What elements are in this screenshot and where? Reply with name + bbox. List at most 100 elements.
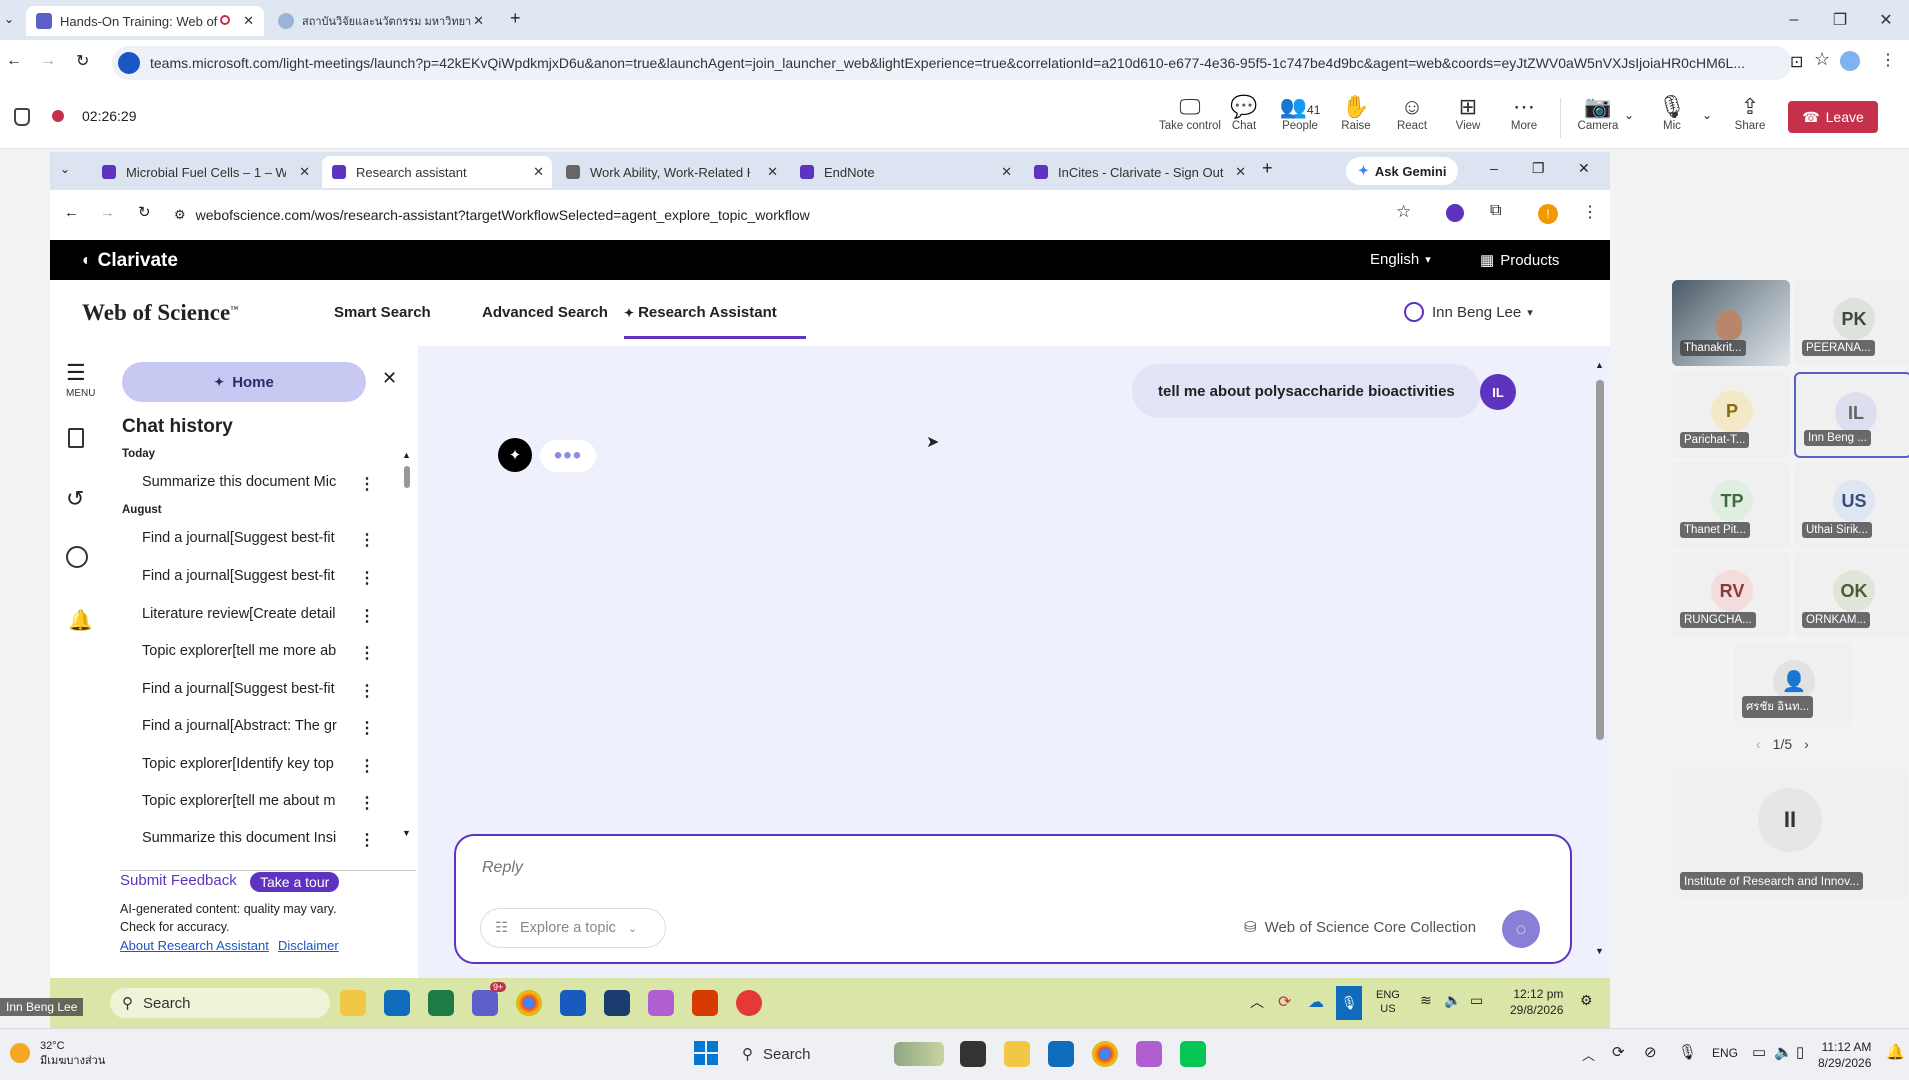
leave-button[interactable]: ☎ Leave bbox=[1788, 101, 1878, 133]
react-button[interactable]: ☺ React bbox=[1382, 94, 1442, 132]
user-menu[interactable]: Inn Beng Lee ▾ bbox=[1404, 302, 1533, 322]
list-item[interactable]: Find a journal[Abstract: The gr bbox=[142, 718, 372, 734]
sync-icon[interactable]: ⟳ bbox=[1278, 992, 1291, 1012]
tab-list-chevron-icon[interactable]: ⌄ bbox=[60, 162, 70, 176]
participant-tile[interactable]: Thanakrit... bbox=[1672, 280, 1790, 366]
view-button[interactable]: ⊞ View bbox=[1438, 94, 1498, 132]
task-view-icon[interactable] bbox=[960, 1041, 986, 1067]
snipping-tool-icon[interactable] bbox=[648, 990, 674, 1016]
list-item[interactable]: Find a journal[Suggest best-fit bbox=[142, 681, 372, 697]
nav-advanced-search[interactable]: Advanced Search bbox=[482, 304, 608, 321]
list-item[interactable]: Summarize this document Insi bbox=[142, 830, 372, 846]
mic-options-chevron-icon[interactable]: ⌄ bbox=[1702, 108, 1712, 122]
about-research-assistant-link[interactable]: About Research Assistant bbox=[120, 938, 269, 953]
outer-tab-teams[interactable]: Hands-On Training: Web of ✕ bbox=[26, 6, 264, 36]
more-vert-icon[interactable]: ⋮ bbox=[359, 681, 375, 701]
participant-tile[interactable]: P Parichat-T... bbox=[1672, 372, 1790, 458]
word-icon[interactable] bbox=[560, 990, 586, 1016]
inner-tab-microbial[interactable]: Microbial Fuel Cells – 1 – Web ✕ bbox=[92, 156, 318, 188]
site-settings-icon[interactable]: ⚙ bbox=[174, 207, 186, 223]
forward-icon[interactable]: → bbox=[40, 52, 56, 70]
excel-icon[interactable] bbox=[428, 990, 454, 1016]
inner-url-field[interactable]: ⚙ webofscience.com/wos/research-assistan… bbox=[168, 198, 1468, 232]
back-icon[interactable]: ← bbox=[64, 204, 79, 221]
list-item[interactable]: Find a journal[Suggest best-fit bbox=[142, 530, 372, 546]
tab-list-chevron-icon[interactable]: ⌄ bbox=[4, 12, 14, 26]
reload-icon[interactable]: ↻ bbox=[76, 51, 89, 71]
close-sidebar-icon[interactable]: ✕ bbox=[382, 368, 397, 389]
institute-tile[interactable]: II Institute of Research and Innov... bbox=[1672, 768, 1908, 898]
volume-icon[interactable]: 🔈 bbox=[1444, 992, 1461, 1009]
volume-icon[interactable]: 🔈 bbox=[1774, 1043, 1793, 1061]
sync-icon[interactable]: ⟳ bbox=[1612, 1043, 1625, 1061]
participant-tile[interactable]: 👤 ศรชัย อินท... bbox=[1734, 642, 1852, 728]
more-vert-icon[interactable]: ⋮ bbox=[1880, 50, 1896, 70]
close-icon[interactable]: ✕ bbox=[533, 164, 544, 180]
mic-icon[interactable]: 🎙 bbox=[1678, 1043, 1697, 1061]
close-icon[interactable]: ✕ bbox=[1001, 164, 1012, 180]
list-item[interactable]: Summarize this document Mic bbox=[142, 474, 372, 490]
participant-tile[interactable]: OK ORNKAM... bbox=[1794, 552, 1909, 638]
more-vert-icon[interactable]: ⋮ bbox=[359, 756, 375, 776]
close-window-icon[interactable]: ✕ bbox=[1866, 8, 1906, 32]
new-tab-icon[interactable]: + bbox=[510, 8, 521, 29]
windows-start-icon[interactable] bbox=[694, 1041, 718, 1065]
language-indicator[interactable]: ENG bbox=[1712, 1046, 1738, 1060]
explore-topic-dropdown[interactable]: ☷ Explore a topic ⌄ bbox=[480, 908, 666, 948]
star-icon[interactable]: ☆ bbox=[1396, 202, 1411, 222]
more-vert-icon[interactable]: ⋮ bbox=[359, 643, 375, 663]
chat-scrollbar[interactable]: ▲ ▼ bbox=[1595, 360, 1604, 962]
scrollbar-thumb[interactable] bbox=[404, 466, 410, 488]
restore-icon[interactable]: ❐ bbox=[1532, 160, 1545, 177]
list-item[interactable]: Topic explorer[tell me more ab bbox=[142, 643, 372, 659]
endnote-extension-icon[interactable] bbox=[1446, 204, 1464, 222]
wos-logo[interactable]: Web of Science™ bbox=[82, 300, 238, 326]
list-item[interactable]: Literature review[Create detail bbox=[142, 606, 372, 622]
more-vert-icon[interactable]: ⋮ bbox=[359, 474, 375, 494]
mic-icon[interactable]: 🎙 bbox=[1336, 986, 1362, 1020]
inner-tab-incites[interactable]: InCites - Clarivate - Sign Out ✕ bbox=[1024, 156, 1254, 188]
camera-button[interactable]: 📷 Camera bbox=[1568, 94, 1628, 132]
translate-icon[interactable]: ⊡ bbox=[1790, 52, 1803, 72]
clock[interactable]: 11:12 AM 8/29/2026 bbox=[1818, 1039, 1871, 1071]
site-info-icon[interactable] bbox=[118, 52, 140, 74]
file-explorer-icon[interactable] bbox=[340, 990, 366, 1016]
history-icon[interactable]: ↺ bbox=[66, 486, 84, 512]
clarivate-logo[interactable]: ◐ Clarivate bbox=[82, 250, 178, 272]
more-vert-icon[interactable]: ⋮ bbox=[359, 530, 375, 550]
list-item[interactable]: Topic explorer[tell me about m bbox=[142, 793, 372, 809]
language-indicator[interactable]: ENG US bbox=[1376, 988, 1400, 1016]
outer-tab-institute[interactable]: สถาบันวิจัยและนวัตกรรม มหาวิทยาลั ✕ bbox=[268, 6, 494, 36]
bell-icon[interactable]: 🔔 bbox=[68, 608, 93, 633]
outlook-icon[interactable] bbox=[384, 990, 410, 1016]
wifi-icon[interactable]: ≋ bbox=[1420, 992, 1432, 1009]
products-menu[interactable]: ▦ Products bbox=[1480, 251, 1559, 270]
home-button[interactable]: ✦ Home bbox=[122, 362, 366, 402]
outer-url-field[interactable]: teams.microsoft.com/light-meetings/launc… bbox=[112, 46, 1792, 80]
camera-options-chevron-icon[interactable]: ⌄ bbox=[1624, 108, 1634, 122]
chrome-icon[interactable] bbox=[516, 990, 542, 1016]
ask-gemini-button[interactable]: ✦ Ask Gemini bbox=[1346, 157, 1459, 185]
chat-button[interactable]: 💬 Chat bbox=[1214, 94, 1274, 132]
restore-icon[interactable]: ❐ bbox=[1820, 8, 1860, 32]
line-icon[interactable] bbox=[1180, 1041, 1206, 1067]
close-window-icon[interactable]: ✕ bbox=[1578, 160, 1590, 177]
profile-alert-icon[interactable]: ! bbox=[1538, 204, 1558, 224]
search-box[interactable]: ⚲ Search bbox=[110, 988, 330, 1018]
collection-selector[interactable]: ⛁ Web of Science Core Collection bbox=[1244, 918, 1476, 937]
more-vert-icon[interactable]: ⋮ bbox=[359, 793, 375, 813]
k-app-icon[interactable] bbox=[604, 990, 630, 1016]
send-loading-icon[interactable]: ◌ bbox=[1502, 910, 1540, 948]
list-item[interactable]: Topic explorer[Identify key top bbox=[142, 756, 372, 772]
new-tab-icon[interactable]: + bbox=[1262, 158, 1273, 179]
scrollbar-thumb[interactable] bbox=[1596, 380, 1604, 740]
settings-icon[interactable]: ⚙ bbox=[1580, 992, 1593, 1009]
close-icon[interactable]: ✕ bbox=[1235, 164, 1246, 180]
chevron-left-icon[interactable]: ‹ bbox=[1756, 736, 1761, 752]
bookmarks-icon[interactable] bbox=[68, 428, 84, 448]
history-scrollbar[interactable]: ▲ ▼ bbox=[402, 450, 411, 840]
more-vert-icon[interactable]: ⋮ bbox=[359, 830, 375, 850]
powerpoint-icon[interactable] bbox=[692, 990, 718, 1016]
participant-tile[interactable]: US Uthai Sirik... bbox=[1794, 462, 1909, 548]
taskbar-search-box[interactable]: ⚲ Search bbox=[734, 1037, 944, 1071]
